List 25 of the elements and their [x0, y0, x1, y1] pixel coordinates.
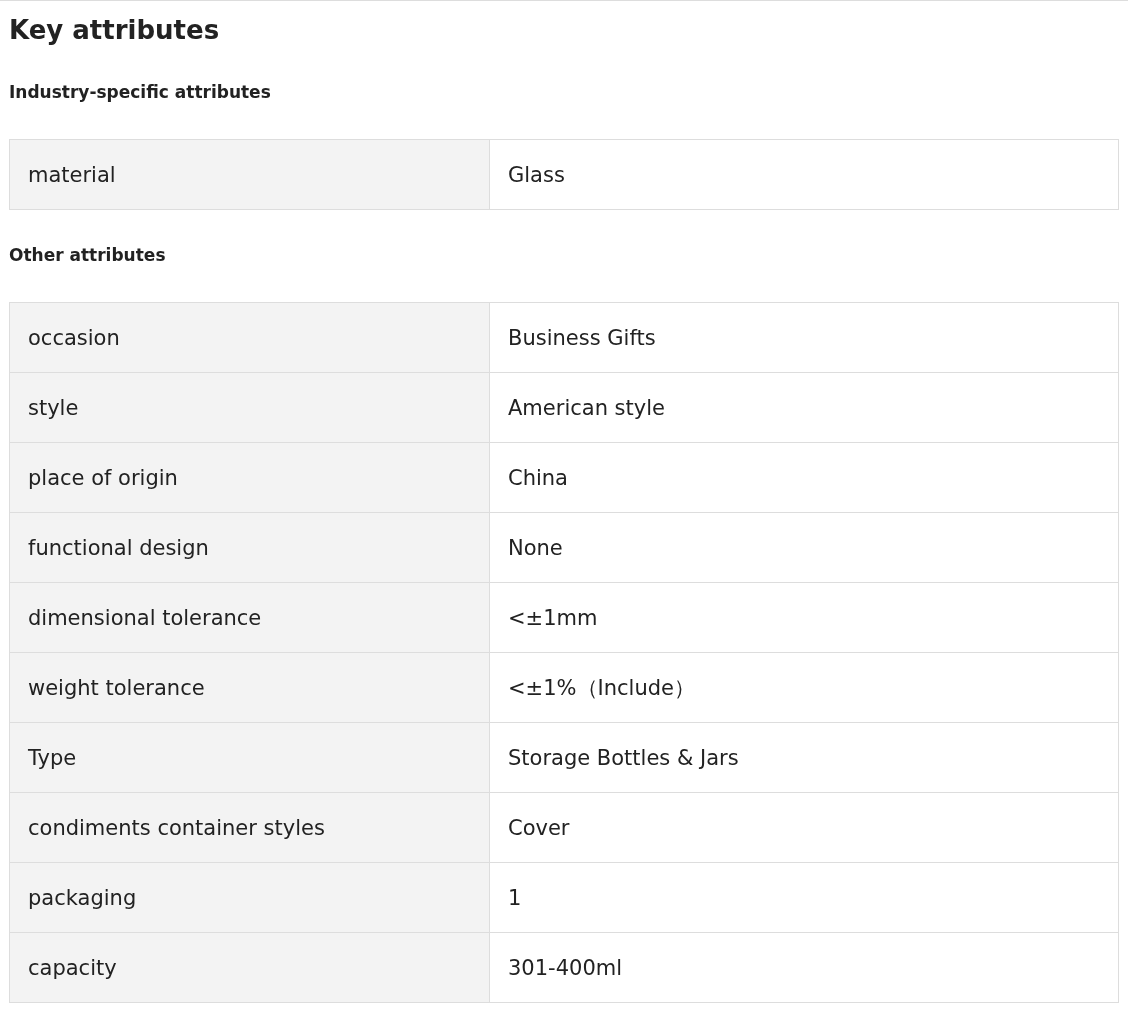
attribute-name-cell: style	[10, 373, 490, 443]
section-heading: Industry-specific attributes	[9, 81, 272, 104]
attribute-name-cell: material	[10, 140, 490, 210]
attribute-value-cell: <±1%（Include）	[490, 653, 1119, 723]
page-title: Key attributes	[9, 14, 221, 47]
attribute-name-cell: functional design	[10, 513, 490, 583]
attribute-value-cell: China	[490, 443, 1119, 513]
attribute-value-cell: 301-400ml	[490, 933, 1119, 1003]
attribute-value-cell: 1	[490, 863, 1119, 933]
attribute-name-cell: place of origin	[10, 443, 490, 513]
attribute-name-cell: capacity	[10, 933, 490, 1003]
attribute-value-cell: Business Gifts	[490, 303, 1119, 373]
attribute-name-cell: packaging	[10, 863, 490, 933]
attribute-name-cell: Type	[10, 723, 490, 793]
section-heading: Other attributes	[9, 244, 167, 267]
attribute-name-cell: dimensional tolerance	[10, 583, 490, 653]
attribute-name-cell: occasion	[10, 303, 490, 373]
attribute-value-cell: Cover	[490, 793, 1119, 863]
attribute-value-cell: None	[490, 513, 1119, 583]
attribute-value-cell: Storage Bottles & Jars	[490, 723, 1119, 793]
attribute-name-cell: weight tolerance	[10, 653, 490, 723]
attribute-value-cell: <±1mm	[490, 583, 1119, 653]
attribute-value-cell: Glass	[490, 140, 1119, 210]
attribute-name-cell: condiments container styles	[10, 793, 490, 863]
attribute-value-cell: American style	[490, 373, 1119, 443]
